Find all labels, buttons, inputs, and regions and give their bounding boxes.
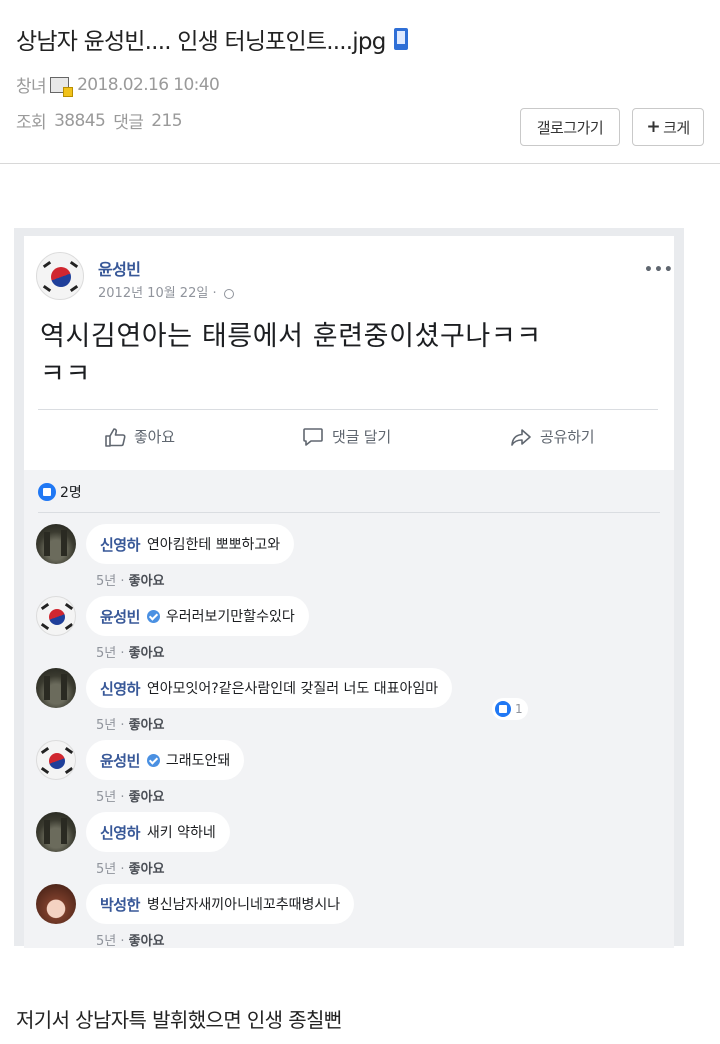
fb-author-name[interactable]: 윤성빈 — [98, 256, 141, 280]
commenter-avatar[interactable] — [36, 668, 76, 708]
post-caption: 저기서 상남자특 발휘했으면 인생 종칠뻔 — [16, 1008, 342, 1032]
fb-post-date: 2012년 10월 22일 · — [98, 282, 234, 301]
fb-post-date-text: 2012년 10월 22일 · — [98, 286, 217, 301]
share-action-label: 공유하기 — [540, 428, 595, 446]
comment-text: 연아킴한테 뽀뽀하고와 — [146, 537, 281, 553]
comment-like-badge[interactable]: 1 — [492, 698, 528, 720]
comment-bubble: 박성한 병신남자새끼아니네꼬추때병시나 — [86, 884, 355, 924]
fb-post-card: 윤성빈 2012년 10월 22일 · ••• 역시김연아는 태릉에서 훈련중이… — [24, 236, 674, 949]
mobile-phone-icon — [393, 28, 408, 50]
comment-bubble: 신영하 연아모잇어?같은사람인데 갖질러 너도 대표아임마 — [86, 668, 453, 708]
fb-status-line2: ㅋㅋ — [40, 359, 91, 390]
commenter-name[interactable]: 신영하 — [100, 678, 140, 699]
comment-like-count: 1 — [515, 702, 523, 716]
plus-icon: + — [646, 117, 661, 137]
post-author-line: 창녀 2018.02.16 10:40 — [16, 72, 220, 98]
globe-icon — [223, 288, 234, 299]
comment-text: 새키 약하네 — [146, 825, 216, 841]
reaction-separator — [38, 512, 660, 513]
commenter-avatar[interactable] — [36, 812, 76, 852]
like-reaction-icon — [495, 701, 511, 717]
fb-status-line1: 역시김연아는 태릉에서 훈련중이셨구나ㅋㅋ — [40, 321, 542, 352]
commenter-avatar[interactable] — [36, 884, 76, 924]
post-title: 상남자 윤성빈.... 인생 터닝포인트....jpg — [16, 22, 408, 56]
comment-time: 5년 · — [96, 646, 125, 661]
comment-meta: 5년 · 좋아요 — [96, 930, 165, 949]
reaction-count[interactable]: 2명 — [38, 482, 82, 502]
thumbs-up-icon — [105, 427, 126, 447]
comments-count: 215 — [151, 110, 182, 131]
comment-like-link[interactable]: 좋아요 — [129, 790, 165, 805]
commenter-name[interactable]: 신영하 — [100, 534, 140, 555]
like-action-label: 좋아요 — [134, 428, 175, 446]
comment-text: 병신남자새끼아니네꼬추때병시나 — [146, 897, 341, 913]
like-reaction-icon — [38, 483, 56, 501]
comment-time: 5년 · — [96, 934, 125, 949]
enlarge-button-label: 크게 — [663, 118, 690, 137]
commenter-name[interactable]: 윤성빈 — [100, 750, 140, 771]
gallog-button-label: 갤로그가기 — [536, 118, 604, 137]
commenter-avatar[interactable] — [36, 596, 76, 636]
user-level-icon — [50, 76, 74, 97]
comment-meta: 5년 · 좋아요 — [96, 786, 165, 805]
comment-time: 5년 · — [96, 790, 125, 805]
verified-badge-icon — [146, 753, 160, 767]
comment-bubble: 신영하 연아킴한테 뽀뽀하고와 — [86, 524, 295, 564]
share-arrow-icon — [511, 428, 531, 446]
commenter-name[interactable]: 신영하 — [100, 822, 140, 843]
enlarge-button[interactable]: + 크게 — [632, 108, 704, 146]
post-image: 윤성빈 2012년 10월 22일 · ••• 역시김연아는 태릉에서 훈련중이… — [14, 228, 684, 949]
post-stats: 조회 38845 댓글 215 — [16, 108, 183, 134]
post-author[interactable]: 창녀 — [16, 72, 47, 97]
comment-bubble: 윤성빈 그래도안돼 — [86, 740, 245, 780]
comment-bubble: 윤성빈 우러러보기만할수있다 — [86, 596, 309, 636]
comment-meta: 5년 · 좋아요 — [96, 570, 165, 589]
comment-like-link[interactable]: 좋아요 — [129, 574, 165, 589]
comment-time: 5년 · — [96, 862, 125, 877]
share-action-button[interactable]: 공유하기 — [510, 426, 595, 447]
comment-like-link[interactable]: 좋아요 — [129, 718, 165, 733]
comment-action-button[interactable]: 댓글 달기 — [302, 426, 391, 447]
comment-meta: 5년 · 좋아요 — [96, 642, 165, 661]
comment-text: 우러러보기만할수있다 — [165, 609, 295, 625]
comment-action-label: 댓글 달기 — [332, 428, 391, 446]
comment-like-link[interactable]: 좋아요 — [129, 862, 165, 877]
comment-text: 연아모잇어?같은사람인데 갖질러 너도 대표아임마 — [146, 681, 439, 697]
commenter-avatar[interactable] — [36, 740, 76, 780]
views-label: 조회 — [16, 113, 47, 133]
comment-like-link[interactable]: 좋아요 — [129, 934, 165, 949]
comment-time: 5년 · — [96, 574, 125, 589]
comment-meta: 5년 · 좋아요 — [96, 714, 165, 733]
comments-label: 댓글 — [113, 113, 144, 133]
like-action-button[interactable]: 좋아요 — [104, 426, 175, 447]
comment-like-link[interactable]: 좋아요 — [129, 646, 165, 661]
comment-meta: 5년 · 좋아요 — [96, 858, 165, 877]
header-divider — [0, 163, 720, 164]
comments-section: 2명 신영하 연아킴한테 뽀뽀하고와 5년 · 좋아요 윤성빈 우러러보기만할수… — [24, 470, 674, 949]
fb-separator — [38, 409, 658, 410]
comment-time: 5년 · — [96, 718, 125, 733]
gallog-button[interactable]: 갤로그가기 — [520, 108, 620, 146]
fb-status-text: 역시김연아는 태릉에서 훈련중이셨구나ㅋㅋ ㅋㅋ — [40, 318, 660, 394]
commenter-avatar[interactable] — [36, 524, 76, 564]
commenter-name[interactable]: 박성한 — [100, 894, 140, 915]
post-datetime: 2018.02.16 10:40 — [77, 74, 220, 95]
more-options-icon[interactable]: ••• — [644, 262, 674, 278]
commenter-name[interactable]: 윤성빈 — [100, 606, 140, 627]
verified-badge-icon — [146, 609, 160, 623]
fb-author-avatar — [36, 252, 84, 300]
comment-bubble-icon — [303, 427, 323, 446]
post-title-text: 상남자 윤성빈.... 인생 터닝포인트....jpg — [16, 29, 386, 55]
comment-text: 그래도안돼 — [165, 753, 231, 769]
comment-bubble: 신영하 새키 약하네 — [86, 812, 230, 852]
views-count: 38845 — [54, 110, 106, 131]
reaction-count-text: 2명 — [60, 485, 82, 501]
